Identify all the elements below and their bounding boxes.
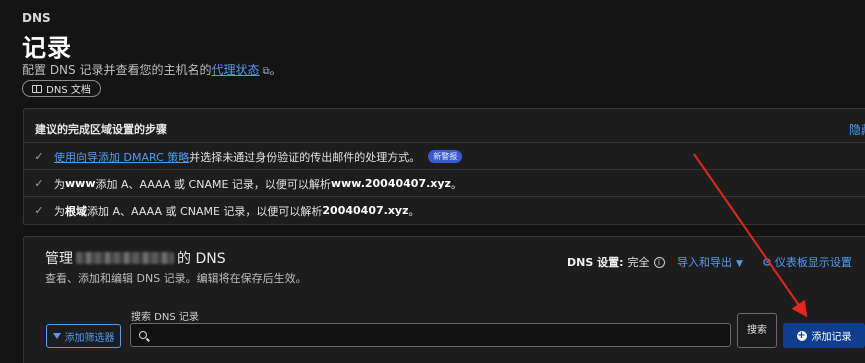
check-icon: ✓ [34, 204, 44, 217]
dns-card-title: 管理 的 DNS [45, 248, 226, 268]
book-icon [32, 84, 43, 93]
filter-icon [52, 333, 61, 339]
step-text-post: 。 [450, 177, 462, 191]
hide-steps-link[interactable]: 隐藏 [849, 121, 865, 138]
step-host: www [65, 177, 96, 190]
step-text: 并选择未通过身份验证的传出邮件的处理方式。 [189, 150, 421, 164]
dashboard-display-settings-link[interactable]: ⚙ 仪表板显示设置 [762, 254, 852, 270]
external-link-icon: ⧉ [262, 66, 270, 77]
section-label: DNS [22, 11, 51, 25]
add-filter-button[interactable]: 添加筛选器 [46, 324, 121, 348]
new-alert-badge: 新警报 [428, 150, 463, 163]
dns-management-card: 管理 的 DNS 查看、添加和编辑 DNS 记录。编辑将在保存后生效。 DNS … [23, 236, 865, 363]
dns-title-prefix: 管理 [45, 251, 73, 267]
step-text-pre: 为 [54, 177, 65, 191]
steps-title: 建议的完成区域设置的步骤 [35, 123, 167, 136]
info-icon[interactable]: i [653, 256, 665, 268]
subtitle-end: 。 [269, 63, 282, 77]
step-item-dmarc: ✓ 使用向导添加 DMARC 策略 并选择未通过身份验证的传出邮件的处理方式。 新警… [24, 142, 865, 170]
dashboard-display-label: 仪表板显示设置 [774, 256, 852, 269]
dmarc-wizard-link[interactable]: 使用向导添加 DMARC 策略 [54, 149, 189, 165]
import-export-dropdown[interactable]: 导入和导出 ▼ [677, 254, 743, 270]
search-field[interactable] [130, 323, 731, 347]
step-text-mid: 添加 A、AAAA 或 CNAME 记录，以便可以解析 [95, 177, 331, 191]
add-record-button[interactable]: + 添加记录 [783, 323, 865, 348]
dns-description: 查看、添加和编辑 DNS 记录。编辑将在保存后生效。 [45, 272, 307, 285]
setup-steps-panel: 建议的完成区域设置的步骤 隐藏 ✓ 使用向导添加 DMARC 策略并选择未通过身… [23, 108, 865, 225]
search-input[interactable] [153, 328, 730, 342]
step-text-mid: 添加 A、AAAA 或 CNAME 记录，以便可以解析 [87, 204, 323, 218]
step-domain: www.20040407.xyz [330, 177, 451, 190]
redacted-domain [76, 252, 174, 264]
proxy-status-link[interactable]: 代理状态 [211, 63, 259, 77]
page-subtitle: 配置 DNS 记录并查看您的主机名的代理状态 ⧉。 [22, 61, 282, 78]
check-icon: ✓ [34, 177, 44, 190]
step-domain: 20040407.xyz [322, 204, 409, 217]
dns-docs-button[interactable]: DNS 文档 [22, 80, 101, 97]
dns-settings-label: DNS 设置: [567, 256, 624, 269]
chevron-down-icon: ▼ [736, 259, 743, 269]
step-text-pre: 为 [54, 204, 65, 218]
dns-settings-status: DNS 设置: 完全 i [567, 254, 665, 270]
search-button[interactable]: 搜索 [737, 313, 777, 348]
add-record-label: 添加记录 [811, 332, 852, 343]
step-item-root: ✓ 为根域 添加 A、AAAA 或 CNAME 记录，以便可以解析 2004040… [24, 196, 865, 224]
dns-title-suffix: 的 DNS [177, 251, 226, 267]
page-title: 记录 [22, 34, 72, 62]
step-host: 根域 [65, 204, 87, 218]
plus-circle-icon: + [796, 329, 807, 341]
step-text-post: 。 [408, 204, 420, 218]
dns-docs-label: DNS 文档 [46, 85, 91, 96]
step-item-www: ✓ 为 www 添加 A、AAAA 或 CNAME 记录，以便可以解析 www.… [24, 169, 865, 197]
import-export-label: 导入和导出 [677, 256, 732, 269]
dns-settings-value: 完全 [627, 256, 650, 269]
subtitle-text: 配置 DNS 记录并查看您的主机名的 [22, 63, 212, 77]
gear-icon: ⚙ [762, 256, 772, 269]
check-icon: ✓ [34, 150, 44, 163]
search-label: 搜索 DNS 记录 [131, 312, 199, 323]
search-icon [139, 331, 147, 339]
add-filter-label: 添加筛选器 [64, 332, 115, 344]
